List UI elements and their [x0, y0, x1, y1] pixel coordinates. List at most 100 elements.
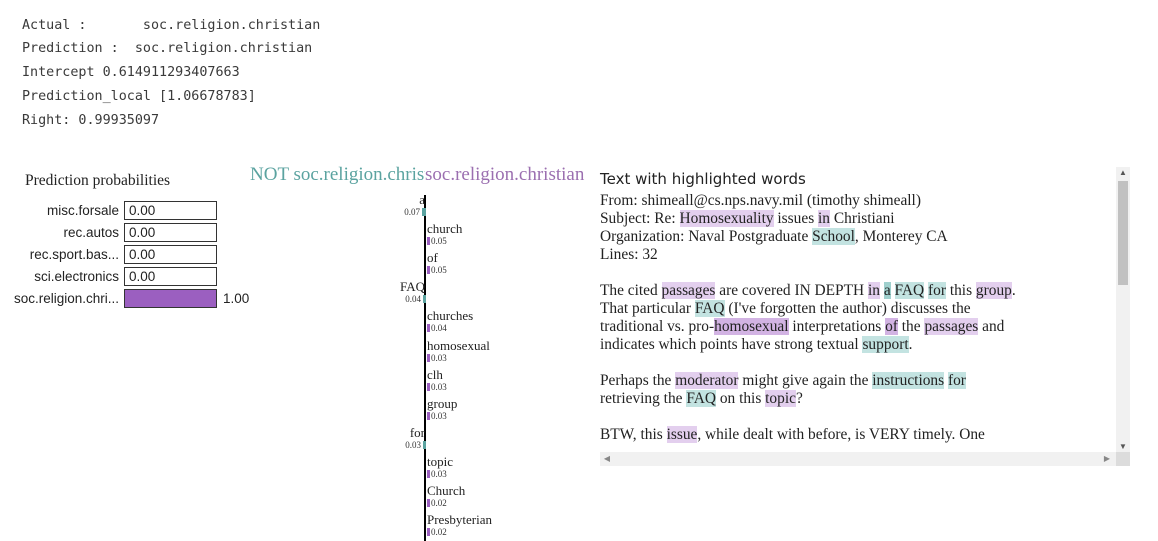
feature-bar: [423, 295, 426, 303]
feature-bar: [423, 441, 426, 449]
organization-text: , Monterey CA: [854, 228, 948, 245]
probability-value: 0.00: [129, 269, 156, 284]
probability-value: 0.00: [129, 247, 156, 262]
feature-bar: [422, 208, 426, 216]
probability-bar-fill: [125, 290, 216, 307]
feature-bar: [427, 266, 430, 274]
feature-weight: 0.02: [431, 527, 447, 537]
feature-word: a: [419, 192, 425, 207]
explanation-axis: [424, 195, 426, 541]
highlighted-word: homosexual: [714, 318, 789, 335]
feature-item: Presbyterian 0.02: [427, 513, 492, 537]
probability-row: soc.religion.chri... 1.00: [0, 289, 260, 309]
vertical-scroll-thumb[interactable]: [1118, 181, 1128, 285]
probability-row: rec.sport.bas... 0.00: [0, 245, 260, 265]
highlighted-word: for: [928, 282, 946, 299]
from-line: From: shimeall@cs.nps.navy.mil (timothy …: [600, 192, 921, 209]
highlighted-word: FAQ: [694, 300, 725, 317]
feature-bar: [427, 528, 430, 536]
feature-word: of: [427, 250, 438, 265]
feature-word: for: [409, 425, 425, 440]
email-header: From: shimeall@cs.nps.navy.mil (timothy …: [600, 192, 1116, 264]
feature-item: FAQ 0.04: [399, 279, 426, 304]
highlighted-word: support: [862, 336, 909, 353]
feature-bar: [427, 237, 430, 245]
subject-text: issues: [773, 210, 819, 227]
highlighted-word: topic: [765, 390, 796, 407]
probability-bar: 0.00: [124, 267, 217, 286]
probability-bar: [124, 289, 217, 308]
feature-word: FAQ: [399, 279, 425, 294]
probability-bar: 0.00: [124, 223, 217, 242]
class-label: soc.religion.christian: [425, 164, 585, 186]
output-prediction: Prediction : soc.religion.christian: [22, 41, 313, 56]
feature-item: churches 0.04: [427, 309, 473, 333]
feature-weight: 0.03: [431, 411, 447, 421]
probability-value: 1.00: [223, 291, 250, 306]
probability-value: 0.00: [129, 225, 156, 240]
feature-item: of 0.05: [427, 251, 447, 275]
not-class-label: NOT soc.religion.christian: [250, 164, 440, 185]
feature-word: group: [427, 396, 458, 411]
highlighted-word: issue: [666, 426, 698, 443]
probability-bar: 0.00: [124, 201, 217, 220]
vertical-scrollbar[interactable]: ▲ ▼: [1116, 167, 1130, 453]
feature-weight: 0.03: [431, 469, 447, 479]
paragraph: The cited passages are covered IN DEPTH …: [600, 282, 1016, 353]
feature-bar: [427, 324, 430, 332]
feature-bar: [427, 470, 430, 478]
scrollbar-corner: [1116, 452, 1130, 466]
highlighted-word: group: [975, 282, 1012, 299]
feature-word: homosexual: [427, 338, 490, 353]
probability-row: sci.electronics 0.00: [0, 267, 260, 287]
feature-word: church: [427, 221, 463, 236]
scroll-left-arrow-icon[interactable]: ◀: [600, 452, 614, 466]
lines-line: Lines: 32: [600, 246, 658, 263]
probability-label: misc.forsale: [46, 203, 119, 218]
prediction-probabilities-title: Prediction probabilities: [25, 172, 171, 189]
feature-bar: [427, 354, 430, 362]
scroll-up-arrow-icon[interactable]: ▲: [1116, 167, 1130, 179]
probability-label: soc.religion.chri...: [13, 291, 119, 306]
probability-value: 0.00: [129, 203, 156, 218]
feature-item: topic 0.03: [427, 455, 453, 479]
highlighted-word: FAQ: [894, 282, 925, 299]
probability-label: rec.sport.bas...: [29, 247, 119, 262]
feature-weight: 0.04: [431, 323, 447, 333]
feature-word: topic: [427, 454, 453, 469]
probability-bar: 0.00: [124, 245, 217, 264]
feature-word: clh: [427, 367, 443, 382]
feature-word: Presbyterian: [427, 512, 492, 527]
highlighted-word: FAQ: [686, 390, 716, 407]
horizontal-scrollbar[interactable]: ◀ ▶: [600, 452, 1130, 466]
feature-word: Church: [427, 483, 466, 498]
subject-text: Christiani: [830, 210, 895, 227]
feature-item: a 0.07: [404, 192, 426, 217]
scroll-right-arrow-icon[interactable]: ▶: [1100, 452, 1114, 466]
feature-bar: [427, 412, 430, 420]
highlighted-word: instructions: [872, 372, 945, 389]
probability-row: misc.forsale 0.00: [0, 201, 260, 221]
highlighted-word: a: [883, 282, 891, 299]
probability-label: sci.electronics: [34, 269, 119, 284]
subject-text: Subject: Re:: [600, 210, 680, 227]
highlighted-text-panel[interactable]: From: shimeall@cs.nps.navy.mil (timothy …: [600, 192, 1116, 452]
output-actual: Actual : soc.religion.christian: [22, 18, 321, 33]
highlighted-word: passages: [924, 318, 979, 335]
feature-weight: 0.04: [405, 294, 421, 304]
feature-item: Church 0.02: [427, 484, 465, 508]
feature-weight: 0.03: [431, 353, 447, 363]
highlighted-word: School: [812, 228, 855, 245]
paragraph: BTW, this issue, while dealt with before…: [600, 426, 985, 443]
feature-item: church 0.05: [427, 222, 462, 246]
output-intercept: Intercept 0.614911293407663: [22, 65, 240, 80]
organization-text: Organization: Naval Postgraduate: [600, 228, 813, 245]
feature-word: churches: [427, 308, 474, 323]
highlighted-word: moderator: [675, 372, 739, 389]
feature-item: group 0.03: [427, 397, 457, 421]
highlighted-word: for: [947, 372, 966, 389]
highlighted-word: in: [867, 282, 880, 299]
feature-weight: 0.05: [431, 236, 447, 246]
feature-weight: 0.02: [431, 498, 447, 508]
highlighted-word: of: [885, 318, 898, 335]
